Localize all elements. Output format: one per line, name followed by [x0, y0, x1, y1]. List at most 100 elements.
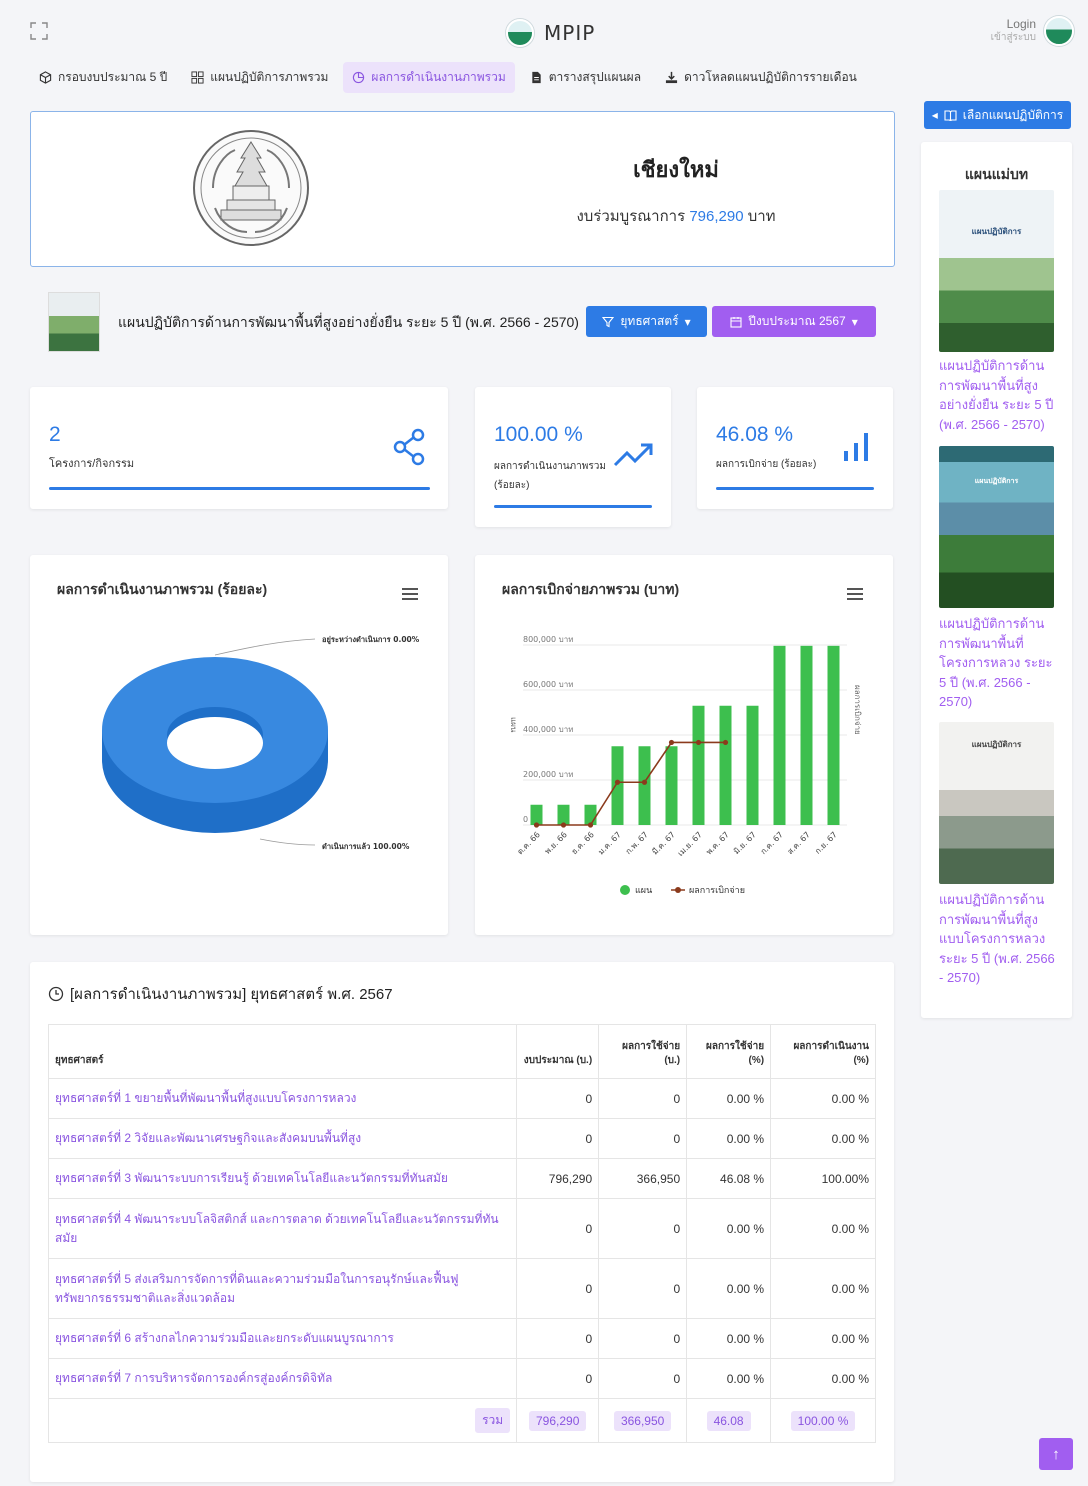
bar-plan[interactable] [773, 645, 786, 825]
main-nav: กรอบงบประมาณ 5 ปี แผนปฏิบัติการภาพรวม ผล… [30, 62, 866, 93]
sidebar-plan-link-3[interactable]: แผนปฏิบัติการด้านการพัฒนาพื้นที่สูงแบบโค… [939, 890, 1057, 988]
col-spent: ผลการใช้จ่าย (บ.) [598, 1024, 688, 1079]
bar-plan[interactable] [800, 645, 813, 825]
bar-plan[interactable] [584, 804, 597, 825]
cell-budget: 0 [516, 1358, 600, 1399]
fullscreen-icon[interactable] [30, 22, 48, 40]
trending-up-icon [613, 443, 653, 467]
bar-plan[interactable] [665, 746, 678, 825]
table-title-text: [ผลการดำเนินงานภาพรวม] ยุทธศาสตร์ พ.ศ. 2… [70, 986, 393, 1003]
brand[interactable]: MPIP [506, 19, 595, 47]
projects-count: 2 [49, 423, 61, 446]
disbursement-combo-chart: 0 200,000 บาท 400,000 บาท 600,000 บาท 800,00… [509, 635, 862, 896]
performance-label: ผลการดำเนินงานภาพรวม [494, 461, 606, 472]
point-actual[interactable] [668, 739, 675, 746]
cell-spent: 0 [598, 1258, 688, 1319]
cell-spent-pct: 0.00 % [686, 1118, 772, 1159]
col-budget: งบประมาณ (บ.) [516, 1024, 600, 1079]
donut-hole [167, 717, 263, 769]
tab-overall-performance[interactable]: ผลการดำเนินงานภาพรวม [343, 62, 515, 93]
file-icon [532, 71, 541, 84]
plan-cover-1[interactable]: แผนปฏิบัติการ [939, 190, 1054, 352]
tab-summary-table[interactable]: ตารางสรุปแผนผล [521, 62, 650, 93]
point-actual[interactable] [560, 822, 567, 828]
total-performance: 100.00 % [790, 1410, 856, 1431]
caret-down-icon: ▾ [684, 314, 691, 329]
cell-spent: 0 [598, 1358, 688, 1399]
plan-cover-3[interactable]: แผนปฏิบัติการ [939, 722, 1054, 884]
point-actual[interactable] [587, 822, 594, 828]
cell-performance: 0.00 % [770, 1258, 876, 1319]
bar-plan[interactable] [719, 705, 732, 825]
strategy-link[interactable]: ยุทธศาสตร์ที่ 3 พัฒนาระบบการเรียนรู้ ด้ว… [47, 1158, 518, 1199]
bar-plan[interactable] [692, 705, 705, 825]
strategy-link[interactable]: ยุทธศาสตร์ที่ 4 พัฒนาระบบโลจิสติกส์ และก… [47, 1198, 518, 1259]
y-tick-label: 400,000 บาท [523, 725, 573, 734]
strategy-link[interactable]: ยุทธศาสตร์ที่ 6 สร้างกลไกความร่วมมือและย… [47, 1318, 518, 1359]
legend-plan-label[interactable]: แผน [635, 886, 652, 896]
cell-budget: 796,290 [516, 1158, 600, 1199]
tab-label: ดาวโหลดแผนปฏิบัติการรายเดือน [684, 70, 857, 84]
tab-label: ผลการดำเนินงานภาพรวม [371, 70, 506, 84]
point-actual[interactable] [722, 739, 729, 746]
performance-donut-card: ผลการดำเนินงานภาพรวม (ร้อยละ) อยู่ระหว่า… [30, 555, 448, 935]
point-actual[interactable] [614, 779, 621, 785]
cell-budget: 0 [516, 1318, 600, 1359]
col-spent-pct: ผลการใช้จ่าย (%) [686, 1024, 772, 1079]
avatar[interactable] [1044, 16, 1074, 46]
strategy-link[interactable]: ยุทธศาสตร์ที่ 1 ขยายพื้นที่พัฒนาพื้นที่ส… [47, 1078, 518, 1119]
donut-label-done: ดำเนินการแล้ว 100.00% [322, 842, 410, 851]
table-row: ยุทธศาสตร์ที่ 3 พัฒนาระบบการเรียนรู้ ด้ว… [47, 1158, 876, 1199]
cell-spent: 0 [598, 1318, 688, 1359]
sidebar-plan-link-2[interactable]: แผนปฏิบัติการด้านการพัฒนาพื้นที่โครงการห… [939, 614, 1057, 712]
back-to-top-button[interactable]: ↑ [1039, 1438, 1073, 1470]
login-label[interactable]: Login [991, 18, 1036, 31]
x-tick-label: ก.ย. 67 [813, 830, 839, 856]
tab-download-monthly[interactable]: ดาวโหลดแผนปฏิบัติการรายเดือน [656, 62, 866, 93]
x-tick-label: พ.ค. 67 [704, 830, 730, 856]
login-area[interactable]: Login เข้าสู่ระบบ [991, 16, 1074, 46]
cell-budget: 0 [516, 1118, 600, 1159]
sidebar-title: แผนแม่บท [964, 166, 1029, 182]
strategy-filter-button[interactable]: ยุทธศาสตร์ ▾ [586, 306, 707, 337]
legend-actual-label[interactable]: ผลการเบิกจ่าย [689, 885, 745, 896]
y-tick-label: 800,000 บาท [523, 635, 573, 644]
cover-title: แผนปฏิบัติการ [974, 478, 1019, 485]
point-actual[interactable] [533, 822, 540, 828]
sidebar-plan-link-1[interactable]: แผนปฏิบัติการด้านการพัฒนาพื้นที่สูงอย่าง… [939, 356, 1057, 434]
strategy-link[interactable]: ยุทธศาสตร์ที่ 5 ส่งเสริมการจัดการที่ดินแ… [47, 1258, 518, 1319]
calendar-icon [730, 316, 742, 328]
tab-overall-plan[interactable]: แผนปฏิบัติการภาพรวม [182, 62, 337, 93]
bar-plan[interactable] [746, 705, 759, 825]
bar-plan[interactable] [530, 804, 543, 825]
book-icon [944, 109, 957, 121]
strategy-link[interactable]: ยุทธศาสตร์ที่ 7 การบริหารจัดการองค์กรสู่… [47, 1358, 518, 1399]
y-tick-label: 0 [523, 815, 528, 824]
point-actual[interactable] [641, 779, 648, 785]
point-actual[interactable] [695, 739, 702, 746]
fiscal-year-button[interactable]: ปีงบประมาณ 2567 ▾ [712, 306, 876, 337]
bar-plan[interactable] [557, 804, 570, 825]
plan-cover-2[interactable]: แผนปฏิบัติการ [939, 446, 1054, 608]
clock-icon [48, 986, 64, 1002]
bar-plan[interactable] [638, 746, 651, 825]
chart-menu-icon[interactable] [402, 588, 418, 600]
projects-label: โครงการ/กิจกรรม [49, 458, 135, 470]
province-seal-icon [193, 130, 309, 246]
x-tick-label: ต.ค. 66 [515, 830, 541, 856]
stat-card-disbursement: 46.08 % ผลการเบิกจ่าย (ร้อยละ) [697, 387, 893, 509]
tab-budget-framework[interactable]: กรอบงบประมาณ 5 ปี [30, 62, 176, 93]
donut-label-line-pending [214, 638, 316, 656]
strategy-link[interactable]: ยุทธศาสตร์ที่ 2 วิจัยและพัฒนาเศรษฐกิจและ… [47, 1118, 518, 1159]
bar-plan[interactable] [827, 645, 840, 825]
plan-title: แผนปฏิบัติการด้านการพัฒนาพื้นที่สูงอย่าง… [118, 314, 579, 330]
x-tick-label: เม.ย. 67 [676, 830, 704, 858]
bar-plan[interactable] [611, 746, 624, 825]
strategy-table: ยุทธศาสตร์ งบประมาณ (บ.) ผลการใช้จ่าย (บ… [47, 1024, 876, 1443]
select-plan-button[interactable]: ◂ เลือกแผนปฏิบัติการ [924, 101, 1071, 129]
budget-value: 796,290 [689, 208, 744, 225]
disbursement-value: 46.08 % [716, 423, 794, 446]
stat-card-projects: 2 โครงการ/กิจกรรม [30, 387, 448, 509]
cell-spent: 0 [598, 1078, 688, 1119]
cell-performance: 0.00 % [770, 1118, 876, 1159]
